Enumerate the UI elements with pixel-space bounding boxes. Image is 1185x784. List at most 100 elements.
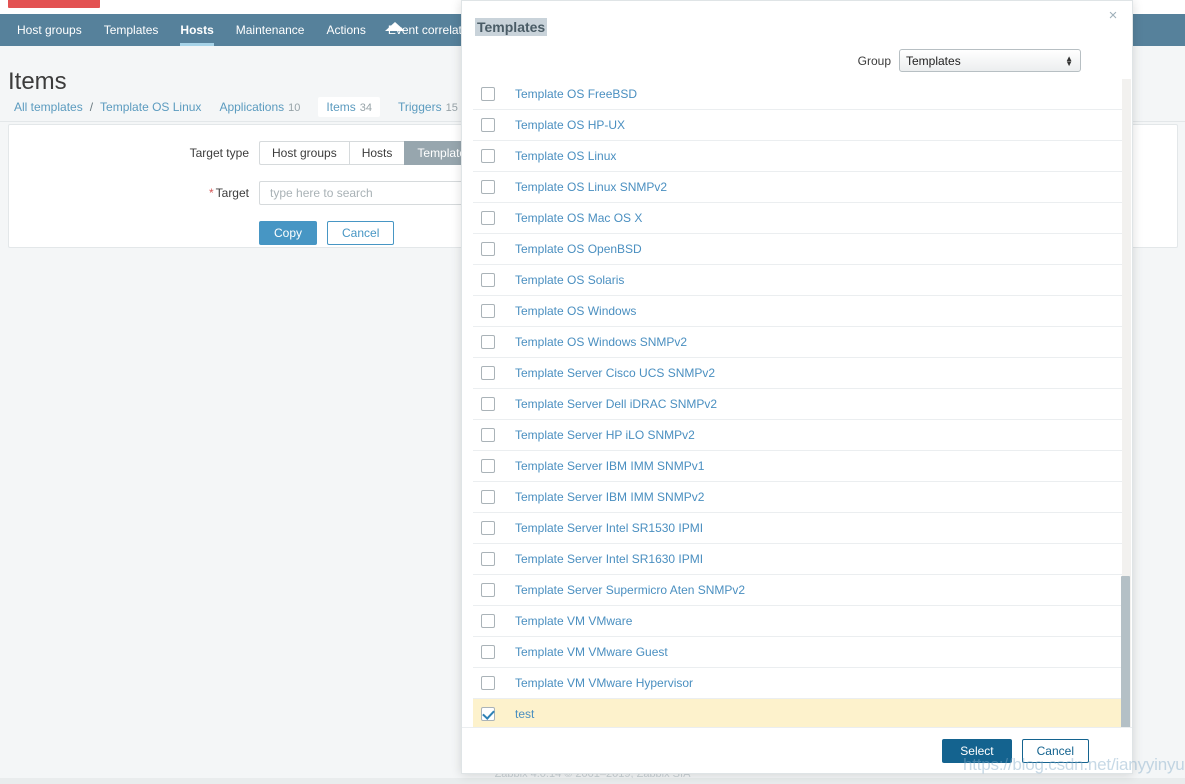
- nav-item-label: Maintenance: [235, 23, 305, 37]
- template-row[interactable]: Template OS Windows SNMPv2: [473, 327, 1123, 358]
- template-row-checkbox[interactable]: [481, 180, 495, 194]
- nav-pointer-caret-icon: [385, 22, 405, 31]
- template-row[interactable]: Template OS Mac OS X: [473, 203, 1123, 234]
- template-row[interactable]: Template Server Dell iDRAC SNMPv2: [473, 389, 1123, 420]
- list-scrollbar-track[interactable]: [1121, 79, 1131, 748]
- template-row[interactable]: Template VM VMware: [473, 606, 1123, 637]
- template-row-checkbox[interactable]: [481, 490, 495, 504]
- template-row-checkbox[interactable]: [481, 335, 495, 349]
- chevron-updown-icon: ▲ ▼: [1065, 53, 1073, 68]
- template-row-label[interactable]: Template OS Linux: [515, 149, 616, 163]
- templates-list-scroller: Template OS FreeBSD Template OS HP-UX Temp…: [473, 79, 1123, 730]
- nav-item-hosts[interactable]: Hosts: [169, 14, 224, 46]
- breadcrumb-tab-items[interactable]: Items 34: [318, 97, 380, 117]
- nav-item-label: Templates: [103, 23, 159, 37]
- zabbix-logo[interactable]: [8, 0, 100, 8]
- templates-list[interactable]: Template OS FreeBSD Template OS HP-UX Temp…: [473, 79, 1123, 732]
- template-row-label[interactable]: Template Server Intel SR1630 IPMI: [515, 552, 703, 566]
- template-row-label[interactable]: Template Server Dell iDRAC SNMPv2: [515, 397, 717, 411]
- template-row-checkbox[interactable]: [481, 676, 495, 690]
- template-row-label[interactable]: Template OS FreeBSD: [515, 87, 637, 101]
- template-row-checkbox[interactable]: [481, 397, 495, 411]
- target-type-label: Target type: [189, 146, 249, 160]
- template-row-checkbox[interactable]: [481, 366, 495, 380]
- breadcrumb-tab-triggers[interactable]: Triggers 15: [390, 97, 466, 117]
- template-row[interactable]: Template OS Linux SNMPv2: [473, 172, 1123, 203]
- template-row-checkbox[interactable]: [481, 118, 495, 132]
- template-row[interactable]: Template OS Windows: [473, 296, 1123, 327]
- template-row[interactable]: Template OS Linux: [473, 141, 1123, 172]
- breadcrumb-tab-count: 15: [445, 102, 458, 114]
- template-row-checkbox[interactable]: [481, 614, 495, 628]
- dialog-cancel-button[interactable]: Cancel: [1021, 738, 1089, 763]
- template-row[interactable]: Template Server Intel SR1530 IPMI: [473, 513, 1123, 544]
- template-row[interactable]: Template Server HP iLO SNMPv2: [473, 420, 1123, 451]
- templates-select-dialog: Templates × Group Templates ▲ ▼ Template …: [461, 0, 1133, 774]
- breadcrumb-current-template[interactable]: Template OS Linux: [100, 100, 201, 114]
- template-row-checkbox[interactable]: [481, 428, 495, 442]
- nav-item-label: Actions: [326, 23, 366, 37]
- template-row-checkbox[interactable]: [481, 87, 495, 101]
- group-select-value: Templates: [906, 53, 961, 68]
- template-row-label[interactable]: Template Server Cisco UCS SNMPv2: [515, 366, 715, 380]
- breadcrumb-tab-label: Triggers: [398, 100, 442, 114]
- template-row-label[interactable]: Template OS Mac OS X: [515, 211, 642, 225]
- breadcrumb-separator: /: [89, 100, 94, 114]
- template-row-label[interactable]: Template VM VMware Hypervisor: [515, 676, 693, 690]
- template-row[interactable]: Template Server Cisco UCS SNMPv2: [473, 358, 1123, 389]
- template-row-checkbox[interactable]: [481, 583, 495, 597]
- breadcrumb-tab-applications[interactable]: Applications 10: [211, 97, 308, 117]
- template-row[interactable]: Template OS FreeBSD: [473, 79, 1123, 110]
- group-select[interactable]: Templates ▲ ▼: [899, 49, 1081, 72]
- template-row[interactable]: Template VM VMware Guest: [473, 637, 1123, 668]
- template-row-checkbox[interactable]: [481, 149, 495, 163]
- template-row-checkbox[interactable]: [481, 707, 495, 721]
- template-row[interactable]: test: [473, 699, 1123, 730]
- template-row[interactable]: Template OS Solaris: [473, 265, 1123, 296]
- template-row-checkbox[interactable]: [481, 273, 495, 287]
- template-row[interactable]: Template Server IBM IMM SNMPv2: [473, 482, 1123, 513]
- template-row[interactable]: Template Server Intel SR1630 IPMI: [473, 544, 1123, 575]
- template-row-label[interactable]: Template Server IBM IMM SNMPv1: [515, 459, 704, 473]
- template-row-checkbox[interactable]: [481, 242, 495, 256]
- template-row-label[interactable]: test: [515, 707, 534, 721]
- template-row[interactable]: Template Server Supermicro Aten SNMPv2: [473, 575, 1123, 606]
- template-row-checkbox[interactable]: [481, 459, 495, 473]
- target-type-option-host-groups[interactable]: Host groups: [259, 141, 349, 165]
- target-type-option-hosts[interactable]: Hosts: [348, 141, 405, 165]
- close-icon[interactable]: ×: [1104, 6, 1122, 24]
- select-button[interactable]: Select: [942, 738, 1012, 763]
- nav-item-actions[interactable]: Actions: [315, 14, 376, 46]
- nav-item-maintenance[interactable]: Maintenance: [225, 14, 316, 46]
- dialog-footer: Select Cancel: [462, 727, 1132, 773]
- nav-item-host-groups[interactable]: Host groups: [6, 14, 93, 46]
- template-row[interactable]: Template Server IBM IMM SNMPv1: [473, 451, 1123, 482]
- template-row-label[interactable]: Template Server HP iLO SNMPv2: [515, 428, 695, 442]
- template-row-label[interactable]: Template VM VMware Guest: [515, 645, 668, 659]
- template-row-label[interactable]: Template Server Intel SR1530 IPMI: [515, 521, 703, 535]
- nav-item-templates[interactable]: Templates: [93, 14, 170, 46]
- template-row-checkbox[interactable]: [481, 645, 495, 659]
- cancel-button[interactable]: Cancel: [327, 221, 395, 245]
- template-row-checkbox[interactable]: [481, 552, 495, 566]
- template-row-label[interactable]: Template Server IBM IMM SNMPv2: [515, 490, 704, 504]
- breadcrumb-tab-label: Items: [326, 100, 356, 114]
- template-row-label[interactable]: Template OS HP-UX: [515, 118, 625, 132]
- template-row-label[interactable]: Template OS Linux SNMPv2: [515, 180, 667, 194]
- template-row[interactable]: Template OS HP-UX: [473, 110, 1123, 141]
- template-row[interactable]: Template OS OpenBSD: [473, 234, 1123, 265]
- copy-button[interactable]: Copy: [259, 221, 318, 245]
- template-row-label[interactable]: Template VM VMware: [515, 614, 632, 628]
- template-row-label[interactable]: Template OS Windows SNMPv2: [515, 335, 687, 349]
- template-row-label[interactable]: Template Server Supermicro Aten SNMPv2: [515, 583, 745, 597]
- breadcrumb-tab-label: Applications: [219, 100, 285, 114]
- list-scrollbar-thumb[interactable]: [1121, 576, 1130, 748]
- breadcrumb-all-templates[interactable]: All templates: [14, 100, 83, 114]
- template-row-checkbox[interactable]: [481, 211, 495, 225]
- template-row-label[interactable]: Template OS Solaris: [515, 273, 624, 287]
- template-row-checkbox[interactable]: [481, 304, 495, 318]
- template-row-label[interactable]: Template OS OpenBSD: [515, 242, 642, 256]
- template-row[interactable]: Template VM VMware Hypervisor: [473, 668, 1123, 699]
- template-row-label[interactable]: Template OS Windows: [515, 304, 636, 318]
- template-row-checkbox[interactable]: [481, 521, 495, 535]
